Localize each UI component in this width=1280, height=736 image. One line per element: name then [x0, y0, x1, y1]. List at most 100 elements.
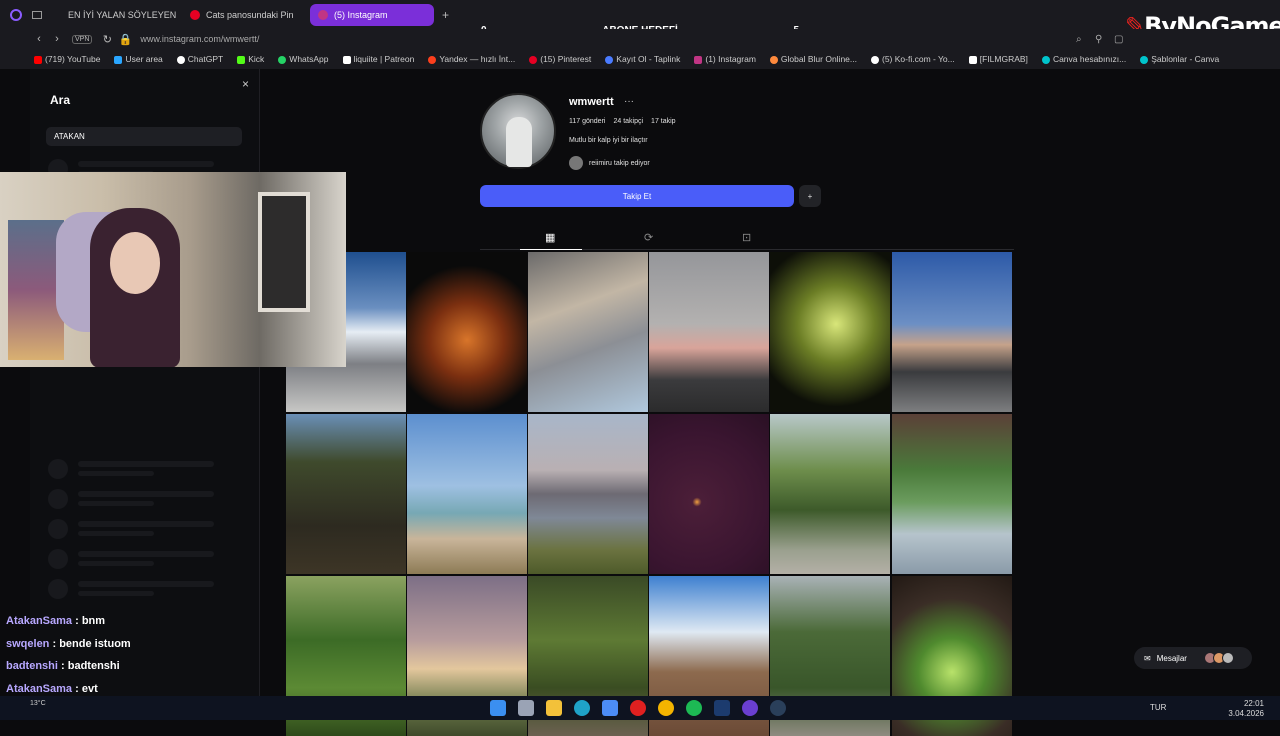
tab-overview-icon[interactable]: [32, 10, 42, 19]
post-thumbnail[interactable]: [528, 252, 648, 412]
kick-icon: [237, 55, 246, 64]
new-tab-button[interactable]: +: [442, 8, 449, 22]
chat-message: AtakanSama : evt: [6, 683, 98, 695]
bookmark-item[interactable]: WhatsApp: [278, 54, 329, 64]
search-panel-title: Ara: [50, 93, 71, 107]
chat-username: AtakanSama: [6, 615, 73, 627]
reload-icon[interactable]: ↻: [98, 33, 116, 46]
zoom-icon[interactable]: ⌕: [1076, 34, 1082, 45]
post-thumbnail[interactable]: [286, 414, 406, 574]
post-thumbnail[interactable]: [407, 414, 527, 574]
file-explorer-icon[interactable]: [546, 700, 562, 716]
back-icon[interactable]: ‹: [30, 33, 48, 45]
bookmark-item[interactable]: User area: [114, 54, 163, 64]
yandex-icon: [428, 55, 437, 64]
edge-icon[interactable]: [574, 700, 590, 716]
tagged-tab-icon[interactable]: ⊡: [742, 231, 751, 244]
opera-gx-icon[interactable]: [742, 700, 758, 716]
bookmark-item[interactable]: Canva hesabınızı...: [1041, 54, 1127, 64]
followed-by[interactable]: reiimiru takip ediyor: [569, 156, 650, 170]
weather-widget[interactable]: 13°C: [30, 700, 46, 707]
bookmark-label: User area: [125, 54, 163, 64]
bookmark-item[interactable]: (1) Instagram: [694, 54, 756, 64]
bookmark-item[interactable]: liquiite | Patreon: [342, 54, 414, 64]
vpn-badge[interactable]: VPN: [72, 34, 93, 44]
result-skeleton: [48, 517, 248, 539]
pinterest-icon: [529, 55, 538, 64]
search-input[interactable]: ATAKAN: [46, 127, 242, 146]
result-skeleton: [48, 457, 248, 479]
bookmark-item[interactable]: (719) YouTube: [34, 54, 100, 64]
tab-label: EN İYİ YALAN SÖYLEYEN: [68, 9, 177, 20]
bookmark-item[interactable]: ChatGPT: [176, 54, 223, 64]
message-avatars: [1203, 652, 1234, 664]
close-icon[interactable]: ×: [242, 77, 249, 91]
start-icon[interactable]: [490, 700, 506, 716]
tab-pinterest[interactable]: Cats panosundaki Pin: [182, 4, 306, 26]
profile-bio: Mutlu bir kalp iyi bir ilaçtır: [569, 137, 648, 144]
spotify-icon[interactable]: [686, 700, 702, 716]
post-thumbnail[interactable]: [892, 252, 1012, 412]
post-thumbnail[interactable]: [649, 414, 769, 574]
tab-label: Cats panosundaki Pin: [206, 9, 294, 20]
task-view-icon[interactable]: [518, 700, 534, 716]
post-thumbnail[interactable]: [528, 414, 648, 574]
clock[interactable]: 22:01 3.04.2026: [1228, 699, 1264, 719]
bookmark-label: (1) Instagram: [705, 54, 756, 64]
active-tab-indicator: [520, 249, 582, 250]
canva-icon: [1041, 55, 1050, 64]
messages-icon: ✉: [1144, 653, 1151, 663]
extension-icon[interactable]: ⚲: [1095, 34, 1102, 45]
follow-button[interactable]: Takip Et: [480, 185, 794, 207]
result-skeleton: [48, 547, 248, 569]
bookmark-item[interactable]: (5) Ko-fi.com - Yo...: [871, 54, 955, 64]
bookmark-item[interactable]: Global Blur Online...: [769, 54, 857, 64]
following-count[interactable]: 17 takip: [651, 118, 676, 125]
chat-username: swqelen: [6, 638, 50, 650]
profile-stats: 117 gönderi 24 takipçi 17 takip: [569, 118, 676, 125]
taplink-icon: [605, 55, 614, 64]
posts-grid-tab-icon[interactable]: ▦: [545, 231, 555, 244]
post-thumbnail[interactable]: [649, 252, 769, 412]
language-indicator[interactable]: TUR: [1150, 703, 1166, 712]
bookmark-item[interactable]: (15) Pinterest: [529, 54, 591, 64]
bookmark-item[interactable]: Şablonlar - Canva: [1140, 54, 1219, 64]
chatgpt-icon: [176, 55, 185, 64]
url-field[interactable]: www.instagram.com/wmwertt/: [140, 34, 259, 44]
messages-label: Mesajlar: [1156, 653, 1187, 663]
chat-text: : evt: [75, 683, 98, 695]
chrome-icon[interactable]: [658, 700, 674, 716]
posts-count[interactable]: 117 gönderi: [569, 118, 605, 125]
bookmark-item[interactable]: Yandex — hızlı İnt...: [428, 54, 515, 64]
store-icon[interactable]: [602, 700, 618, 716]
chat-message: badtenshi : badtenshi: [6, 660, 120, 672]
suggested-users-button[interactable]: +: [799, 185, 821, 207]
post-thumbnail[interactable]: [892, 414, 1012, 574]
post-thumbnail[interactable]: [407, 252, 527, 412]
tab-youtube[interactable]: EN İYİ YALAN SÖYLEYEN: [54, 4, 178, 26]
tab-instagram[interactable]: (5) Instagram: [310, 3, 434, 26]
bookmark-item[interactable]: Kick: [237, 54, 264, 64]
follower-avatar: [569, 156, 583, 170]
photoshop-icon[interactable]: [714, 700, 730, 716]
bookmark-label: Canva hesabınızı...: [1052, 54, 1127, 64]
post-thumbnail[interactable]: [770, 414, 890, 574]
followers-count[interactable]: 24 takipçi: [613, 118, 643, 125]
bookmark-item[interactable]: [FILMGRAB]: [968, 54, 1028, 64]
bookmark-label: (5) Ko-fi.com - Yo...: [882, 54, 955, 64]
forward-icon[interactable]: ›: [48, 33, 66, 45]
messages-button[interactable]: ✉ Mesajlar: [1134, 647, 1252, 669]
steam-icon[interactable]: [770, 700, 786, 716]
opera-icon[interactable]: [630, 700, 646, 716]
filmgrab-icon: [968, 55, 977, 64]
profile-avatar[interactable]: [480, 93, 556, 169]
post-thumbnail[interactable]: [770, 252, 890, 412]
sidebar-toggle-icon[interactable]: ▢: [1114, 34, 1123, 45]
bookmark-label: Global Blur Online...: [780, 54, 857, 64]
bookmarks-bar: (719) YouTube User area ChatGPT Kick Wha…: [0, 49, 1280, 69]
more-options-icon[interactable]: ···: [624, 96, 634, 107]
chat-username: AtakanSama: [6, 683, 73, 695]
reels-tab-icon[interactable]: ⟳: [644, 231, 653, 244]
bookmark-item[interactable]: Kayıt Ol - Taplink: [605, 54, 680, 64]
profile-username: wmwertt: [569, 96, 614, 108]
